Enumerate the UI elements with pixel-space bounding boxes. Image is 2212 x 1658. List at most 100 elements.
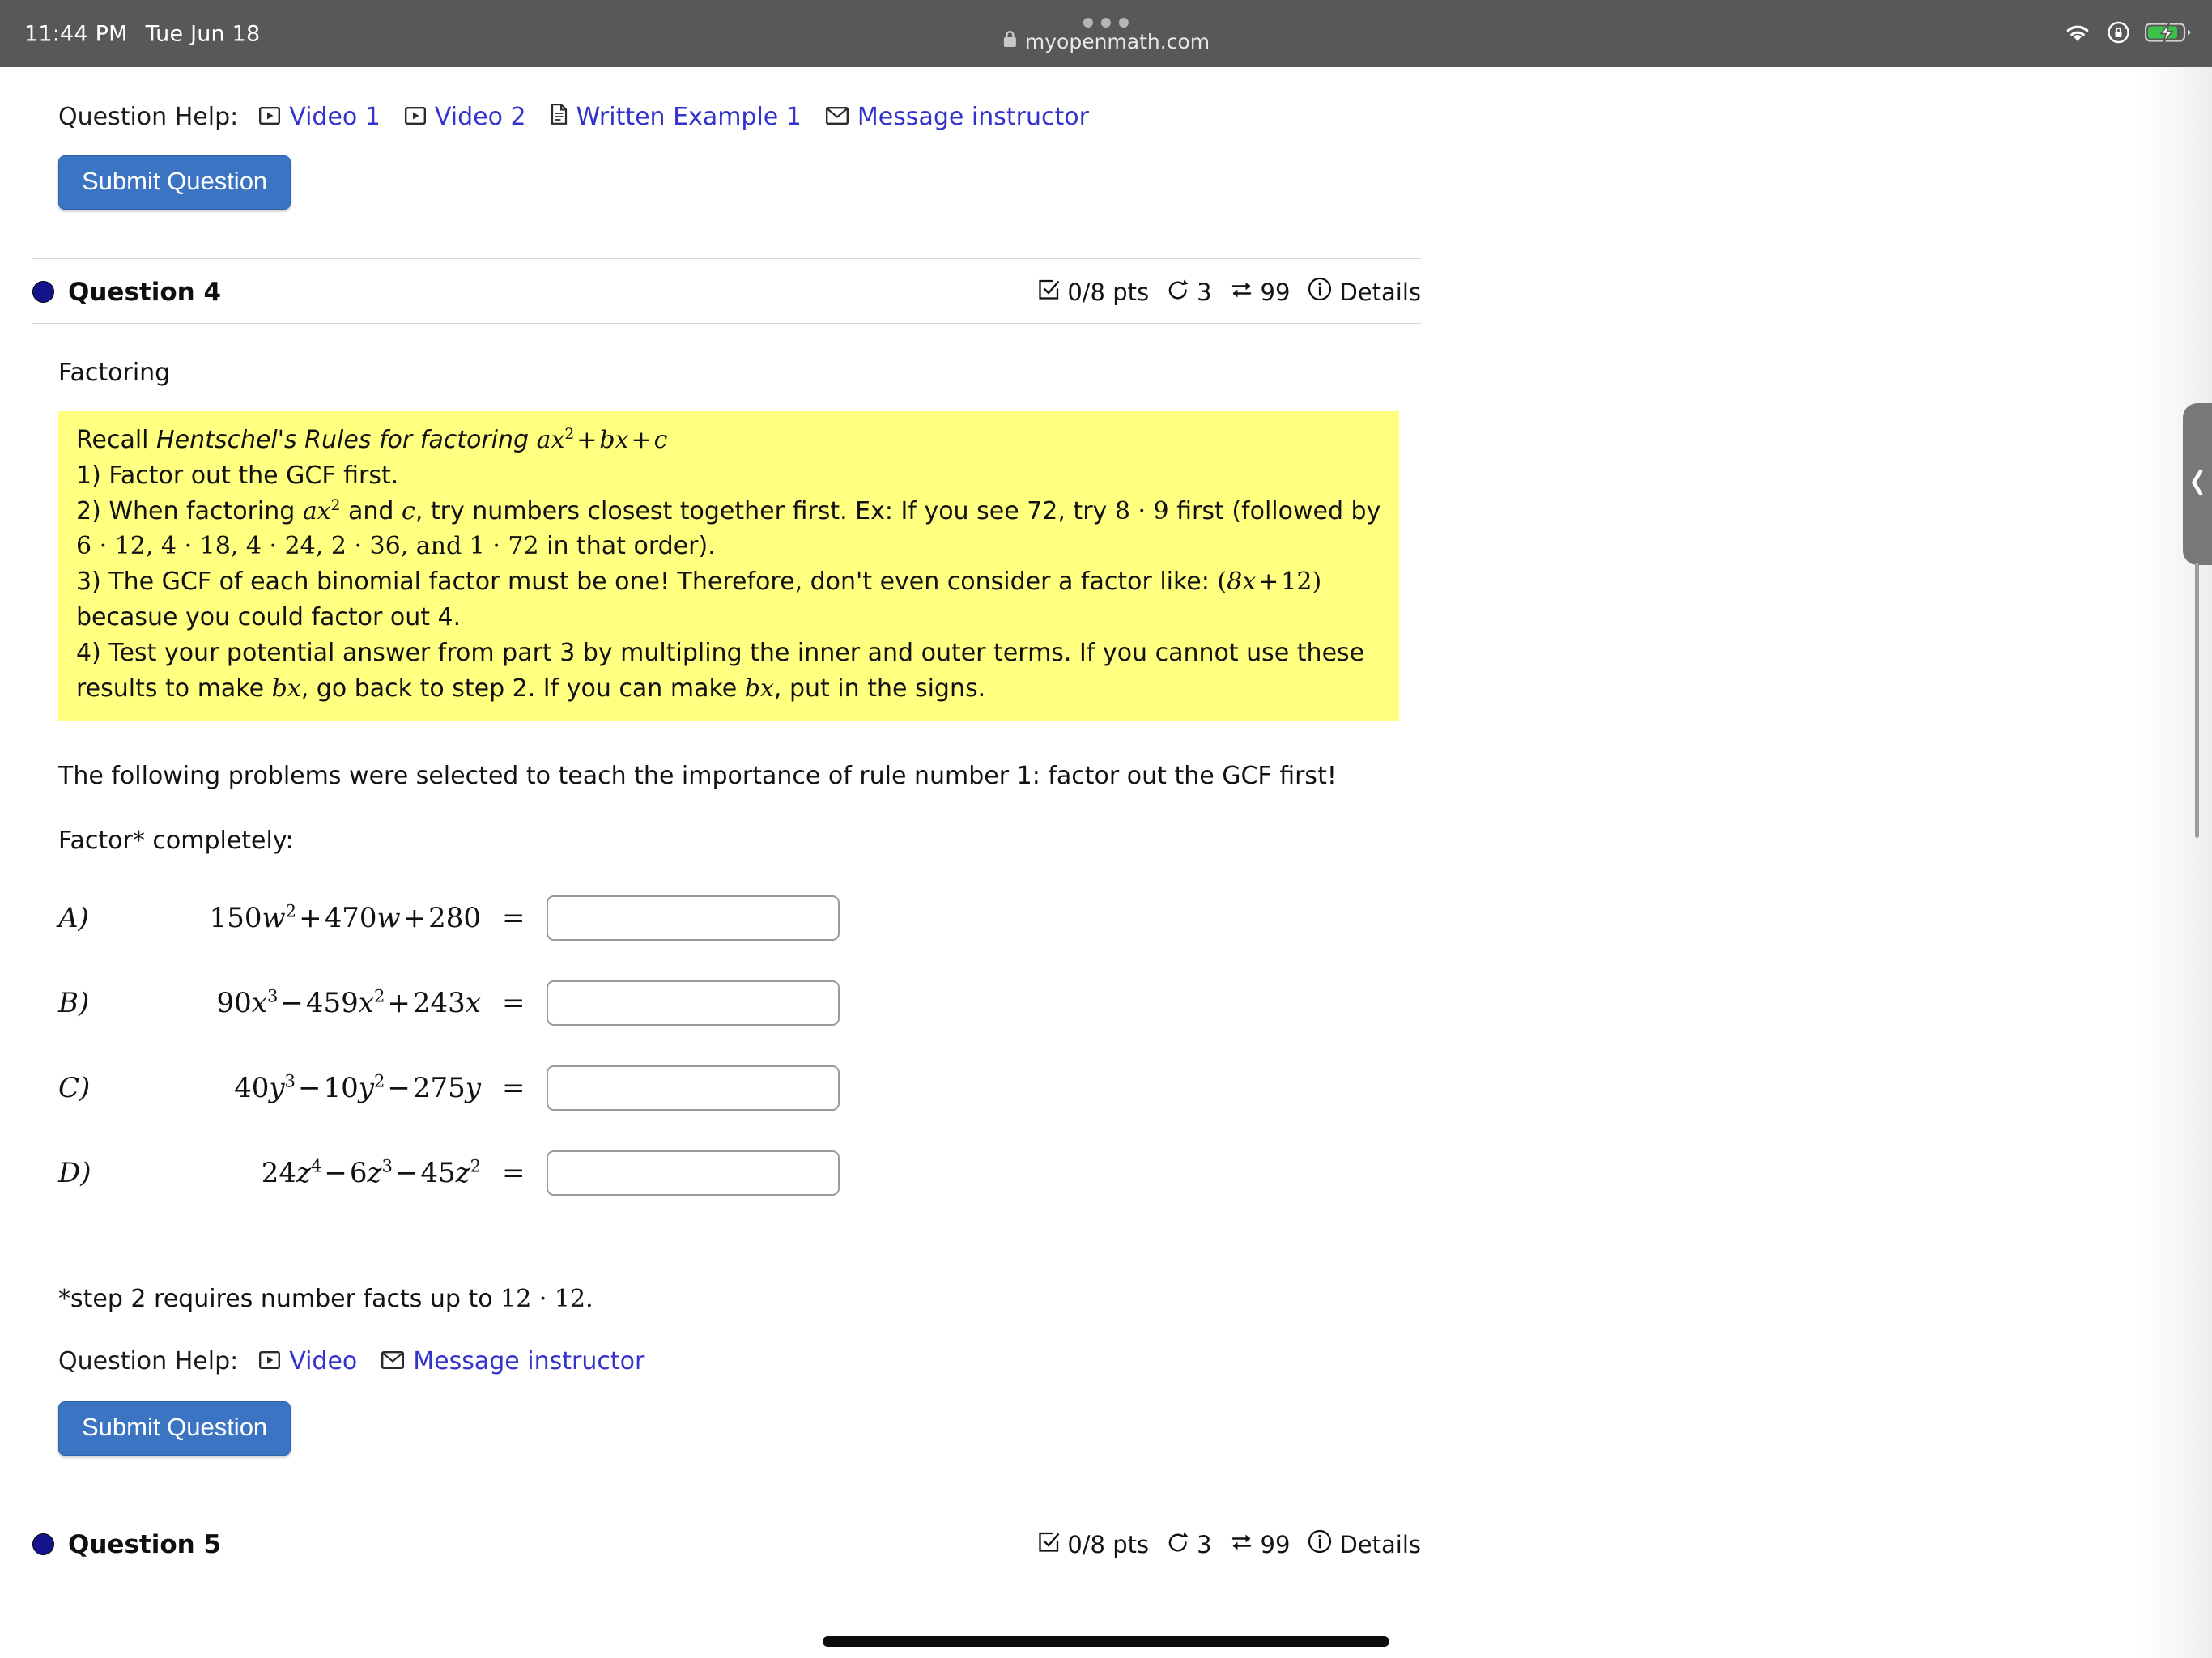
question-status-bullet-icon — [32, 281, 54, 303]
vertical-scrollbar[interactable] — [2195, 563, 2199, 838]
footnote-text: *step 2 requires number facts up to — [58, 1285, 501, 1314]
question4-intro-wrap: The following problems were selected to … — [0, 721, 1449, 858]
video-2-link[interactable]: Video 2 — [404, 102, 526, 131]
question4-footnote-wrap: *step 2 requires number facts up to 12 ·… — [0, 1234, 1449, 1456]
problem-d-expression: 24z4−6z3−45z2 — [261, 1156, 481, 1190]
video-icon — [404, 103, 426, 131]
submit-question-button-bottom[interactable]: Submit Question — [58, 1401, 291, 1456]
rule-2-part-d: first (followed by — [1168, 496, 1381, 525]
question4-topic: Factoring — [58, 359, 171, 387]
points-group: 0/8 pts — [1038, 1531, 1149, 1558]
question-help-label-bottom: Question Help: — [58, 1347, 239, 1376]
question-help-links-top: Question Help: Video 1 Video 2 Written E… — [58, 103, 1417, 131]
rule-4-part-c: , put in the signs. — [773, 674, 986, 703]
points-value: 0/8 pts — [1067, 278, 1150, 306]
problem-a-answer-input[interactable] — [546, 895, 840, 942]
video-label-bottom: Video — [289, 1346, 358, 1375]
written-example-1-label: Written Example 1 — [576, 102, 802, 131]
browser-url-display[interactable]: myopenmath.com — [1002, 0, 1210, 67]
info-circle-icon — [1308, 277, 1332, 307]
rules-heading-prefix: Recall — [76, 426, 157, 454]
problem-row-a: A) 150w2+470w+280 = — [58, 894, 1449, 942]
webpage-viewport: Question Help: Video 1 Video 2 Written E… — [0, 67, 2212, 1658]
tab-overview-dots-icon[interactable] — [1083, 17, 1129, 28]
question5-meta: 0/8 pts 3 99 Details — [1038, 1529, 1421, 1559]
problem-row-d: D) 24z4−6z3−45z2 = — [58, 1149, 1449, 1197]
envelope-icon — [381, 1347, 405, 1375]
rule-2: 2) When factoring ax2 and c, try numbers… — [76, 494, 1383, 565]
status-bar-time: 11:44 PM — [24, 21, 128, 46]
details-group[interactable]: Details — [1308, 1529, 1421, 1559]
video-1-link[interactable]: Video 1 — [259, 103, 381, 131]
problem-d-answer-input[interactable] — [546, 1150, 840, 1197]
chevron-left-icon — [2189, 467, 2206, 501]
points-value: 0/8 pts — [1067, 1530, 1150, 1558]
status-bar-date: Tue Jun 18 — [145, 21, 261, 46]
retries-value: 99 — [1260, 278, 1291, 306]
problem-c-label: C) — [58, 1072, 91, 1105]
problem-list: A) 150w2+470w+280 = B) 90x3−459x2+243x =… — [58, 894, 1449, 1197]
problem-c-equals: = — [502, 1072, 525, 1105]
url-text: myopenmath.com — [1024, 29, 1210, 53]
problem-d-equals: = — [502, 1157, 525, 1190]
problem-row-c: C) 40y3−10y2−275y = — [58, 1064, 1449, 1112]
problem-b-answer-input[interactable] — [546, 980, 840, 1027]
video-2-label: Video 2 — [434, 102, 526, 131]
rule-2-math-4: 6 · 12, 4 · 18, 4 · 24, 2 · 36, and 1 · … — [76, 532, 539, 561]
details-group[interactable]: Details — [1308, 277, 1421, 307]
question4-title: Question 4 — [68, 277, 222, 307]
problem-b-label: B) — [58, 987, 90, 1020]
envelope-icon — [825, 103, 849, 131]
rule-4-math-2: bx — [744, 674, 774, 703]
video-icon — [259, 103, 281, 131]
problem-c-expression: 40y3−10y2−275y — [234, 1071, 481, 1105]
undo-arrow-icon — [1167, 1530, 1189, 1558]
submit-question-button-top[interactable]: Submit Question — [58, 155, 291, 210]
retries-group: 99 — [1230, 1530, 1291, 1558]
question3-help-row: Question Help: Video 1 Video 2 Written E… — [0, 67, 1449, 210]
message-instructor-link-bottom[interactable]: Message instructor — [381, 1347, 644, 1375]
problem-a-label: A) — [58, 902, 89, 935]
question4-intro: The following problems were selected to … — [58, 762, 1337, 791]
problem-d-label: D) — [58, 1157, 91, 1190]
rule-3-math: (8x +12) — [1217, 568, 1322, 597]
ipad-status-bar: 11:44 PM Tue Jun 18 myopenmath.com — [0, 0, 2212, 67]
message-instructor-label-bottom: Message instructor — [413, 1346, 645, 1375]
rules-heading-italic: Hentschel's Rules for factoring — [156, 426, 537, 454]
problem-c-answer-input[interactable] — [546, 1065, 840, 1112]
swap-arrows-icon — [1230, 1531, 1253, 1558]
video-link-bottom[interactable]: Video — [259, 1347, 357, 1375]
url-text-group[interactable]: myopenmath.com — [1002, 30, 1210, 53]
rule-2-part-a: 2) When factoring — [76, 496, 303, 525]
checkbox-check-icon — [1038, 1531, 1060, 1558]
status-bar-right — [2063, 19, 2191, 48]
battery-charging-icon — [2144, 21, 2191, 46]
question-help-label-top: Question Help: — [58, 103, 239, 131]
message-instructor-link-top[interactable]: Message instructor — [825, 102, 1089, 131]
details-label: Details — [1339, 1530, 1421, 1558]
rule-4: 4) Test your potential answer from part … — [76, 636, 1383, 707]
problem-a-expression: 150w2+470w+280 — [209, 901, 481, 935]
question-help-links-bottom: Question Help: Video Message instructor — [58, 1347, 1417, 1375]
document-icon — [551, 103, 568, 131]
retries-value: 99 — [1260, 1530, 1291, 1558]
question4-footnote: *step 2 requires number facts up to 12 ·… — [58, 1282, 1417, 1316]
assignment-content: Question Help: Video 1 Video 2 Written E… — [0, 67, 1449, 1559]
rule-1: 1) Factor out the GCF first. — [76, 461, 399, 490]
rules-heading: Recall Hentschel's Rules for factoring a… — [76, 423, 1383, 458]
side-drawer-handle[interactable] — [2183, 403, 2212, 565]
written-example-1-link[interactable]: Written Example 1 — [551, 103, 802, 131]
rule-2-math-1: ax2 — [302, 496, 341, 525]
retries-group: 99 — [1230, 278, 1291, 306]
question4-title-group: Question 4 — [32, 278, 221, 307]
lock-icon — [1002, 30, 1018, 53]
rule-4-math-1: bx — [271, 674, 301, 703]
question4-topic-wrap: Factoring — [0, 324, 1449, 390]
rule-2-part-c: , try numbers closest together first. Ex… — [415, 496, 1115, 525]
attempts-group: 3 — [1167, 278, 1212, 306]
page-edge-shadow — [2139, 67, 2212, 1658]
home-indicator[interactable] — [823, 1636, 1389, 1647]
wifi-icon — [2063, 21, 2092, 46]
message-instructor-label-top: Message instructor — [857, 102, 1089, 131]
video-icon — [259, 1347, 281, 1375]
